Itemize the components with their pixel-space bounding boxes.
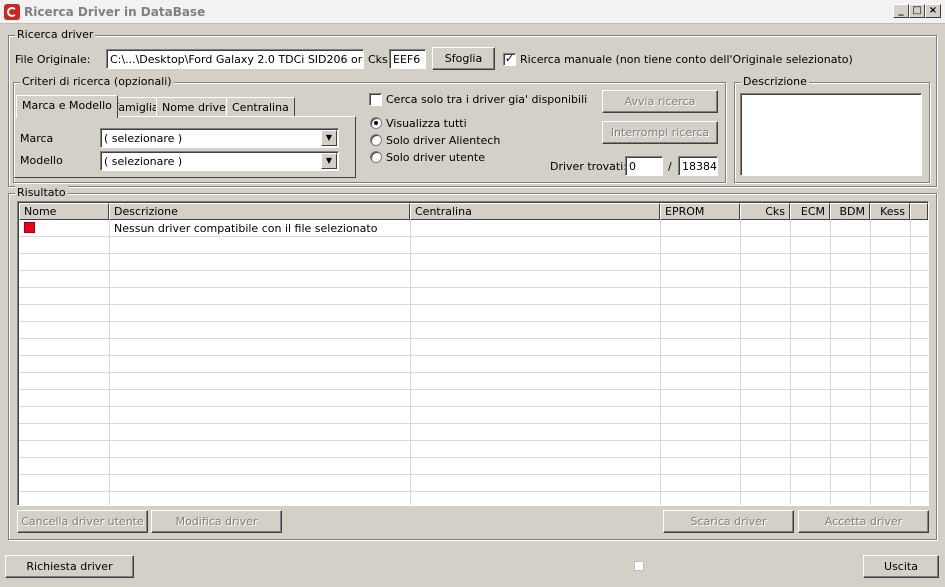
- cks-label: Cks: [368, 53, 388, 66]
- minimize-button[interactable]: _: [893, 4, 909, 18]
- red-status-icon: [24, 222, 35, 233]
- column-header-bdm[interactable]: BDM: [830, 203, 870, 220]
- manual-search-label: Ricerca manuale (non tiene conto dell'Or…: [520, 53, 853, 66]
- cancella-driver-utente-button[interactable]: Cancella driver utente: [17, 510, 148, 533]
- radio-solo-utente-label: Solo driver utente: [386, 151, 485, 164]
- accetta-driver-button[interactable]: Accetta driver: [798, 510, 929, 533]
- chevron-down-icon[interactable]: ▼: [321, 153, 337, 169]
- column-header-ecm[interactable]: ECM: [790, 203, 830, 220]
- column-header-nome[interactable]: Nome: [19, 203, 109, 220]
- descrizione-group-label: Descrizione: [741, 75, 809, 88]
- modello-value: ( selezionare ): [104, 155, 183, 168]
- file-originale-label: File Originale:: [15, 53, 91, 66]
- marca-select[interactable]: ( selezionare ) ▼: [100, 128, 339, 148]
- risultato-group-label: Risultato: [15, 186, 68, 199]
- grid-line: [410, 220, 411, 505]
- grid-line: [790, 220, 791, 505]
- modifica-driver-button[interactable]: Modifica driver: [151, 510, 282, 533]
- driver-trovati-label: Driver trovati:: [550, 160, 627, 173]
- scarica-driver-button[interactable]: Scarica driver: [663, 510, 794, 533]
- grid-line: [660, 220, 661, 505]
- grid-line: [740, 220, 741, 505]
- marca-value: ( selezionare ): [104, 132, 183, 145]
- radio-visualizza-tutti[interactable]: [370, 117, 382, 129]
- column-header-cks[interactable]: Cks: [740, 203, 790, 220]
- window-title: Ricerca Driver in DataBase: [24, 5, 206, 19]
- grid-line: [830, 220, 831, 505]
- descrizione-textarea[interactable]: [740, 93, 922, 176]
- avvia-ricerca-button[interactable]: Avvia ricerca: [602, 90, 718, 113]
- table-row[interactable]: Nessun driver compatibile con il file se…: [114, 222, 377, 235]
- slash-separator: /: [668, 160, 672, 173]
- manual-search-checkbox[interactable]: ✓: [503, 53, 516, 66]
- only-available-label: Cerca solo tra i driver gia' disponibili: [386, 93, 588, 106]
- grid-line: [870, 220, 871, 505]
- modello-label: Modello: [20, 154, 63, 167]
- tab-centralina[interactable]: Centralina: [226, 97, 295, 117]
- column-header-eprom[interactable]: EPROM: [660, 203, 740, 220]
- column-header-descrizione[interactable]: Descrizione: [109, 203, 410, 220]
- chevron-down-icon[interactable]: ▼: [321, 130, 337, 146]
- title-bar[interactable]: Ricerca Driver in DataBase _ □ ×: [0, 0, 945, 24]
- modello-select[interactable]: ( selezionare ) ▼: [100, 151, 339, 171]
- file-originale-field[interactable]: C:\...\Desktop\Ford Galaxy 2.0 TDCi SID2…: [106, 49, 364, 69]
- driver-totali-field: 18384: [678, 156, 718, 176]
- results-table[interactable]: Nome Descrizione Centralina EPROM Cks EC…: [17, 201, 929, 506]
- column-header-kess[interactable]: Kess: [870, 203, 910, 220]
- column-header-filler: [910, 203, 928, 220]
- uscita-button[interactable]: Uscita: [863, 555, 939, 578]
- interrompi-ricerca-button[interactable]: Interrompi ricerca: [602, 121, 718, 144]
- radio-solo-utente[interactable]: [370, 151, 382, 163]
- marca-label: Marca: [20, 132, 54, 145]
- cks-field[interactable]: EEF6: [389, 49, 426, 69]
- grid-line: [910, 220, 911, 505]
- driver-search-window: Ricerca Driver in DataBase _ □ × Ricerca…: [0, 0, 945, 587]
- ricerca-driver-group-label: Ricerca driver: [15, 28, 96, 41]
- tab-marca-modello[interactable]: Marca e Modello: [16, 95, 118, 118]
- driver-trovati-field: 0: [625, 156, 663, 176]
- radio-solo-alientech-label: Solo driver Alientech: [386, 134, 501, 147]
- grid-line: [109, 220, 110, 505]
- close-button[interactable]: ×: [925, 4, 941, 18]
- only-available-checkbox[interactable]: [369, 93, 382, 106]
- app-logo-icon: [4, 4, 20, 20]
- sfoglia-button[interactable]: Sfoglia: [432, 47, 495, 70]
- richiesta-driver-button[interactable]: Richiesta driver: [5, 555, 134, 578]
- results-table-header: Nome Descrizione Centralina EPROM Cks EC…: [19, 203, 928, 220]
- results-table-body: Nessun driver compatibile con il file se…: [19, 220, 928, 505]
- radio-solo-alientech[interactable]: [370, 134, 382, 146]
- tab-nome-driver[interactable]: Nome driver: [156, 97, 237, 117]
- maximize-button[interactable]: □: [909, 4, 925, 18]
- status-indicator: [634, 561, 644, 571]
- column-header-centralina[interactable]: Centralina: [410, 203, 660, 220]
- criteri-group-label: Criteri di ricerca (opzionali): [20, 75, 174, 88]
- radio-visualizza-tutti-label: Visualizza tutti: [386, 117, 467, 130]
